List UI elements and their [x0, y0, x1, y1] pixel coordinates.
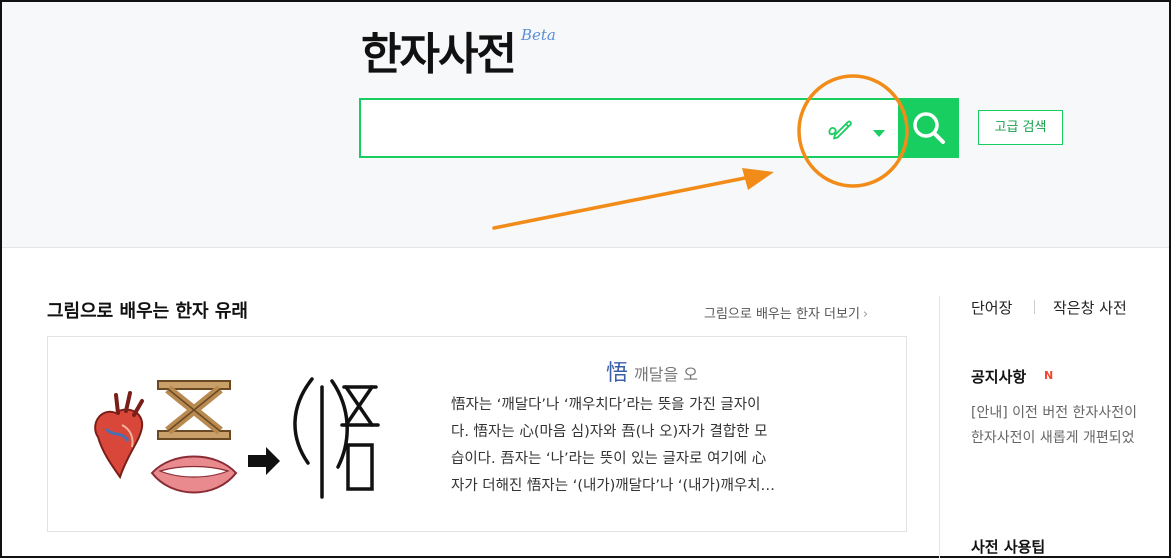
hanja-heading[interactable]: 悟 깨달을 오	[606, 355, 698, 387]
advanced-search-button[interactable]: 고급 검색	[978, 110, 1063, 145]
hanja-meaning: 깨달을 오	[634, 365, 698, 384]
description-line: 悟자는 ‘깨달다’나 ‘깨우치다’라는 뜻을 가진 글자이	[451, 397, 761, 413]
chevron-right-icon: ›	[862, 307, 869, 322]
transform-arrow	[248, 447, 280, 475]
mouth-illustration	[150, 455, 238, 494]
hanja-origin-illustration	[94, 377, 380, 499]
description-line: 습이다. 吾자는 ‘나’라는 뜻이 있는 글자로 여기에 心	[451, 451, 767, 467]
section-title: 그림으로 배우는 한자 유래	[47, 301, 248, 322]
search-input[interactable]	[361, 100, 791, 156]
wordbook-link[interactable]: 단어장	[971, 297, 1012, 318]
notice-item[interactable]: 한자사전이 새롭게 개편되었	[971, 426, 1171, 451]
new-badge: N	[1044, 369, 1054, 382]
hanja-character[interactable]: 悟	[606, 361, 628, 386]
handwriting-pen-icon[interactable]	[826, 114, 856, 142]
description-line: 자가 더해진 悟자는 ‘(내가)깨달다’나 ‘(내가)깨우치…	[451, 478, 776, 494]
notice-list: [안내] 이전 버전 한자사전이 한자사전이 새롭게 개편되었	[971, 401, 1171, 451]
tips-title[interactable]: 사전 사용팁	[971, 536, 1045, 557]
more-link-label: 그림으로 배우는 한자 더보기	[704, 307, 860, 322]
heart-illustration	[94, 391, 144, 480]
more-link[interactable]: 그림으로 배우는 한자 더보기 ›	[704, 303, 868, 322]
triangle-down-icon[interactable]	[873, 123, 885, 137]
description-line: 다. 悟자는 心(마음 심)자와 吾(나 오)자가 결합한 모	[451, 424, 768, 440]
notice-item[interactable]: [안내] 이전 버전 한자사전이	[971, 401, 1171, 426]
search-button[interactable]	[898, 98, 959, 158]
logo[interactable]: 한자사전	[361, 18, 517, 82]
column-divider	[939, 296, 940, 558]
wood-frame-illustration	[157, 380, 231, 440]
hanja-description: 悟자는 ‘깨달다’나 ‘깨우치다’라는 뜻을 가진 글자이 다. 悟자는 心(마…	[451, 392, 871, 500]
mini-dictionary-link[interactable]: 작은창 사전	[1053, 297, 1127, 318]
search-box	[359, 98, 900, 158]
beta-label: Beta	[521, 26, 556, 44]
notice-title[interactable]: 공지사항	[971, 366, 1026, 387]
link-separator	[1034, 300, 1035, 314]
ancient-character-illustration	[293, 377, 380, 499]
